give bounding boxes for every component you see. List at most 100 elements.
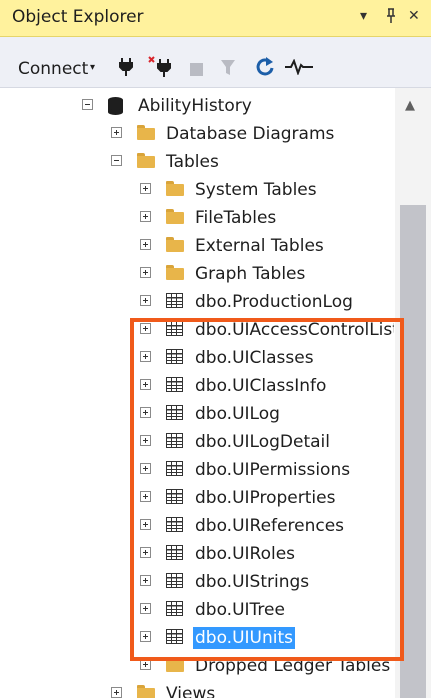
expand-icon[interactable] (140, 547, 151, 558)
table-icon (166, 377, 183, 392)
tree-node-table[interactable]: dbo.UIClasses (0, 345, 394, 371)
tree-node-table[interactable]: dbo.UIClassInfo (0, 373, 394, 399)
tree-node-label: dbo.UIAccessControlLists (195, 320, 394, 340)
table-icon (166, 629, 183, 644)
folder-icon (166, 181, 184, 196)
expand-icon[interactable] (111, 127, 122, 138)
expand-icon[interactable] (140, 239, 151, 250)
tree-node-label: dbo.UITree (195, 600, 285, 620)
tree-node-folder[interactable]: External Tables (0, 233, 394, 259)
tree-node-label: dbo.ProductionLog (195, 292, 353, 312)
tree-node-table[interactable]: dbo.UIProperties (0, 485, 394, 511)
object-explorer-title-bar: Object Explorer ▾ ✕ (0, 0, 431, 37)
table-icon (166, 517, 183, 532)
tree-node-folder[interactable]: FileTables (0, 205, 394, 231)
connect-plug-icon[interactable] (118, 57, 134, 82)
table-icon (166, 601, 183, 616)
expand-icon[interactable] (140, 603, 151, 614)
expand-icon[interactable] (140, 183, 151, 194)
tree-node-folder[interactable]: Graph Tables (0, 261, 394, 287)
tree-node-label: Dropped Ledger Tables (195, 656, 391, 676)
table-icon (166, 489, 183, 504)
object-explorer-toolbar: Connect ▾ (0, 37, 431, 88)
folder-icon (137, 153, 155, 168)
database-icon (107, 96, 124, 120)
table-icon (166, 573, 183, 588)
table-icon (166, 349, 183, 364)
tree-node-label: dbo.UIPermissions (195, 460, 351, 480)
chevron-down-icon: ▾ (90, 62, 96, 73)
tree-node-label: FileTables (195, 208, 277, 228)
tree-node-label: dbo.UILogDetail (195, 432, 330, 452)
refresh-icon[interactable] (255, 56, 275, 83)
collapse-icon[interactable] (82, 99, 93, 110)
tree-node-label: dbo.UIClassInfo (195, 376, 327, 396)
expand-icon[interactable] (140, 463, 151, 474)
table-icon (166, 545, 183, 560)
expand-icon[interactable] (111, 687, 122, 698)
expand-icon[interactable] (140, 631, 151, 642)
tree-node-table-selected[interactable]: dbo.UIUnits (0, 625, 394, 651)
expand-icon[interactable] (140, 407, 151, 418)
tree-node-label: dbo.UIRoles (195, 544, 296, 564)
window-position-dropdown-icon[interactable]: ▾ (360, 8, 367, 24)
panel-title: Object Explorer (12, 7, 144, 27)
expand-icon[interactable] (140, 659, 151, 670)
tree-node-folder[interactable]: Dropped Ledger Tables (0, 653, 394, 679)
expand-icon[interactable] (140, 519, 151, 530)
scroll-up-icon[interactable]: ▲ (405, 98, 415, 113)
pin-icon[interactable] (385, 8, 397, 28)
tree-node-table[interactable]: dbo.UIStrings (0, 569, 394, 595)
folder-icon (166, 237, 184, 252)
expand-icon[interactable] (140, 351, 151, 362)
expand-icon[interactable] (140, 379, 151, 390)
tree-node-label: Database Diagrams (166, 124, 335, 144)
table-icon (166, 433, 183, 448)
collapse-icon[interactable] (111, 155, 122, 166)
tree-node-label: Views (166, 684, 216, 698)
scrollbar-thumb[interactable] (400, 205, 426, 698)
tree-node-table[interactable]: dbo.UIPermissions (0, 457, 394, 483)
close-icon[interactable]: ✕ (408, 8, 420, 24)
tree-node-table[interactable]: dbo.UILog (0, 401, 394, 427)
connect-label: Connect (18, 59, 89, 79)
expand-icon[interactable] (140, 211, 151, 222)
tree-node-folder[interactable]: Tables (0, 149, 394, 175)
object-explorer-tree: AbilityHistory Database Diagrams Tables … (0, 88, 394, 698)
folder-icon (166, 657, 184, 672)
expand-icon[interactable] (140, 575, 151, 586)
tree-node-folder[interactable]: Views (0, 681, 394, 698)
disconnect-plug-icon[interactable] (148, 56, 172, 83)
tree-node-table[interactable]: dbo.UITree (0, 597, 394, 623)
table-icon (166, 293, 183, 308)
tree-node-label: dbo.UIStrings (195, 572, 310, 592)
expand-icon[interactable] (140, 323, 151, 334)
tree-node-table[interactable]: dbo.ProductionLog (0, 289, 394, 315)
filter-icon[interactable] (220, 59, 236, 82)
tree-node-table[interactable]: dbo.UIRoles (0, 541, 394, 567)
database-label: AbilityHistory (138, 96, 252, 116)
expand-icon[interactable] (140, 267, 151, 278)
tree-node-label: System Tables (195, 180, 317, 200)
tree-node-table[interactable]: dbo.UIAccessControlLists (0, 317, 394, 343)
expand-icon[interactable] (140, 295, 151, 306)
table-icon (166, 405, 183, 420)
tree-node-database[interactable]: AbilityHistory (0, 93, 394, 119)
tree-node-label: External Tables (195, 236, 324, 256)
tree-node-label: dbo.UIProperties (195, 488, 336, 508)
tree-node-table[interactable]: dbo.UILogDetail (0, 429, 394, 455)
table-icon (166, 461, 183, 476)
folder-icon (166, 265, 184, 280)
folder-icon (137, 125, 155, 140)
tree-node-label: dbo.UIReferences (195, 516, 345, 536)
tree-node-label: Tables (166, 152, 219, 172)
folder-icon (166, 209, 184, 224)
stop-icon[interactable] (190, 61, 203, 81)
tree-node-folder[interactable]: System Tables (0, 177, 394, 203)
tree-node-table[interactable]: dbo.UIReferences (0, 513, 394, 539)
activity-monitor-icon[interactable] (285, 58, 313, 80)
tree-node-label: Graph Tables (195, 264, 306, 284)
expand-icon[interactable] (140, 435, 151, 446)
expand-icon[interactable] (140, 491, 151, 502)
tree-node-folder[interactable]: Database Diagrams (0, 121, 394, 147)
